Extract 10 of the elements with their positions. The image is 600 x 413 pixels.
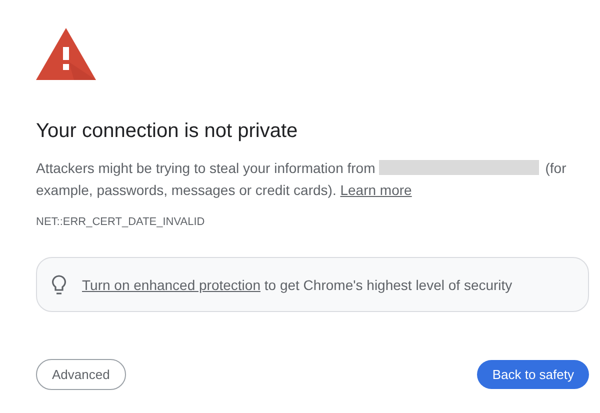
advanced-button[interactable]: Advanced [36,359,126,390]
page-heading: Your connection is not private [36,119,299,144]
error-code: NET::ERR_CERT_DATE_INVALID [36,216,206,228]
learn-more-link[interactable]: Learn more [340,182,412,198]
tip-text: Turn on enhanced protection to get Chrome's highest level of security [82,276,512,292]
lightbulb-icon [52,274,66,294]
warning-message: Attackers might be trying to steal your information from (for example, passwords, messages or credit cards). Learn more [36,159,568,200]
warning-triangle-icon [36,28,96,80]
back-to-safety-button[interactable]: Back to safety [477,360,589,389]
enhanced-protection-link[interactable]: Turn on enhanced protection [82,276,260,292]
